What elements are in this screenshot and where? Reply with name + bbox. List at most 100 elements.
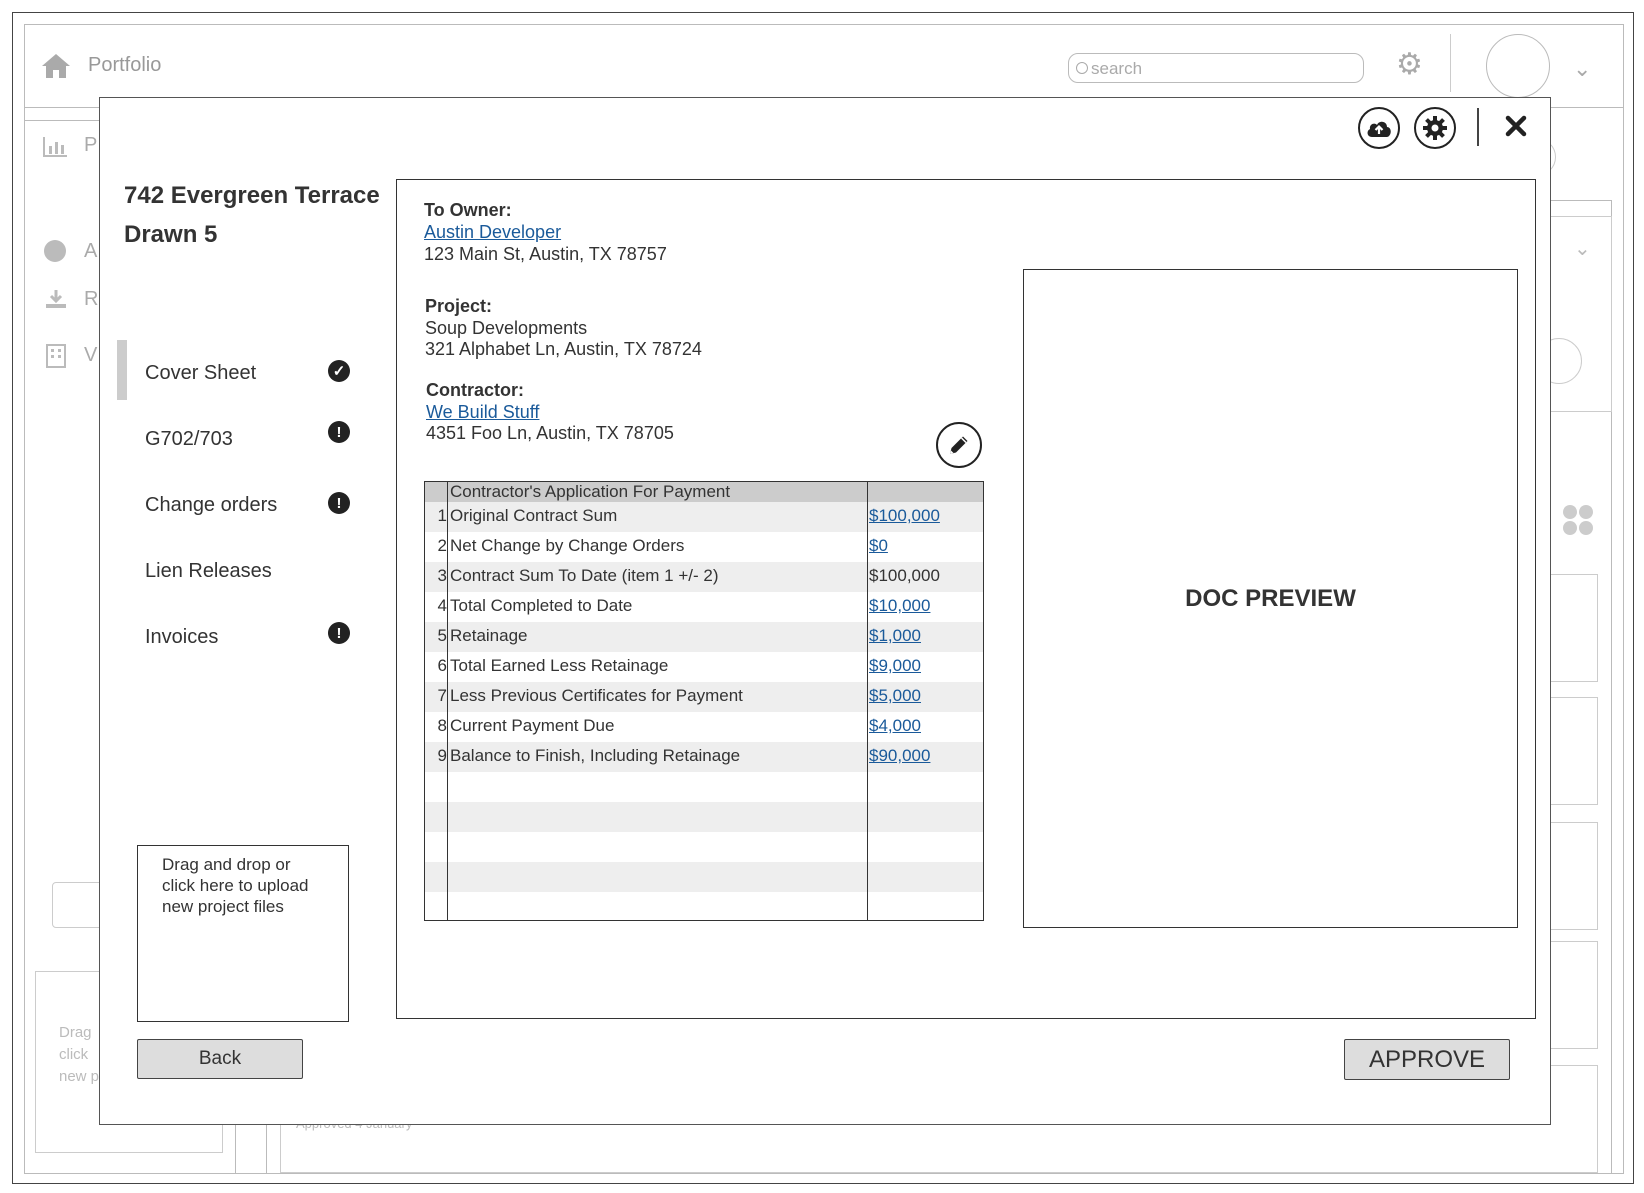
project-address: 321 Alphabet Ln, Austin, TX 78724 [425, 339, 702, 359]
bg-chevron-down-icon: ⌄ [1574, 238, 1591, 260]
bg-card [1548, 697, 1598, 805]
table-row [425, 892, 983, 922]
row-number: 1 [437, 506, 447, 525]
nav-item-g702-703[interactable]: G702/703 [145, 428, 233, 451]
project-name: Soup Developments [425, 318, 588, 338]
contractor-address: 4351 Foo Ln, Austin, TX 78705 [426, 423, 674, 443]
row-number: 9 [437, 746, 447, 765]
home-icon[interactable] [40, 52, 72, 80]
bg-alert-icon [44, 240, 66, 262]
table-row: 5 Retainage $1,000 [425, 622, 983, 652]
nav-item-lien-releases[interactable]: Lien Releases [145, 560, 272, 583]
row-value-link[interactable]: $90,000 [869, 746, 930, 766]
nav-item-invoices[interactable]: Invoices [145, 626, 218, 649]
owner-label: To Owner: [424, 200, 512, 220]
close-button[interactable] [1496, 106, 1536, 146]
doc-preview: DOC PREVIEW [1023, 269, 1518, 928]
table-row: 8 Current Payment Due $4,000 [425, 712, 983, 742]
row-label: Current Payment Due [450, 716, 615, 735]
edit-button[interactable] [936, 422, 982, 468]
bg-gear-icon[interactable]: ⚙ [1396, 50, 1423, 80]
bg-nav-letter: V [84, 344, 98, 366]
bg-grid-icon [1563, 505, 1593, 535]
row-value-link[interactable]: $9,000 [869, 656, 921, 676]
bg-dropzone-text: Drag [59, 1024, 92, 1041]
row-value-link[interactable]: $10,000 [869, 596, 930, 616]
bg-dropzone-text: new p [59, 1068, 100, 1085]
bg-chart-icon [43, 137, 67, 157]
bg-building-icon [46, 344, 66, 368]
row-number: 8 [437, 716, 447, 735]
dropzone-text: new project files [162, 897, 284, 916]
row-label: Original Contract Sum [450, 506, 618, 525]
row-value-link[interactable]: $0 [869, 536, 888, 556]
project-address-title: 742 Evergreen Terrace [124, 182, 380, 209]
table-row: 1 Original Contract Sum $100,000 [425, 502, 983, 532]
search-icon [1076, 62, 1088, 74]
row-label: Retainage [450, 626, 528, 645]
exclamation-circle-icon: ! [328, 622, 350, 644]
exclamation-circle-icon: ! [328, 492, 350, 514]
row-label: Contract Sum To Date (item 1 +/- 2) [450, 566, 719, 585]
cloud-upload-icon [1367, 121, 1391, 137]
project-label: Project: [425, 296, 493, 316]
check-circle-icon: ✓ [328, 360, 350, 382]
row-value-link[interactable]: $1,000 [869, 626, 921, 646]
bg-card [1548, 941, 1598, 1049]
bg-nav-letter: A [84, 240, 98, 262]
upload-dropzone[interactable]: Drag and drop or click here to upload ne… [137, 845, 349, 1022]
bg-nav-letter: P [84, 134, 98, 156]
pencil-icon [950, 436, 968, 454]
upload-button[interactable] [1358, 107, 1400, 149]
bg-header [24, 24, 1624, 108]
table-row: 3 Contract Sum To Date (item 1 +/- 2) $100… [425, 562, 983, 592]
row-label: Total Earned Less Retainage [450, 656, 669, 675]
bg-avatar[interactable] [1486, 34, 1550, 98]
table-row [425, 772, 983, 802]
table-row: 9 Balance to Finish, Including Retainage $… [425, 742, 983, 772]
row-value-link[interactable]: $100,000 [869, 506, 940, 526]
project-title: 742 Evergreen Terrace Drawn 5 [124, 176, 380, 254]
exclamation-circle-icon: ! [328, 421, 350, 443]
bg-card [1548, 822, 1598, 930]
approve-button[interactable]: APPROVE [1344, 1039, 1510, 1080]
row-number: 6 [437, 656, 447, 675]
payment-application-table: Contractor's Application For Payment 1 Or… [424, 481, 984, 921]
nav-item-change-orders[interactable]: Change orders [145, 494, 277, 517]
row-label: Balance to Finish, Including Retainage [450, 746, 741, 765]
nav-item-cover-sheet[interactable]: Cover Sheet [145, 362, 256, 385]
contractor-label: Contractor: [426, 380, 524, 400]
table-header-row: Contractor's Application For Payment [425, 482, 983, 502]
bg-portfolio-title[interactable]: Portfolio [88, 54, 161, 77]
dropzone-text: Drag and drop or [162, 855, 291, 874]
row-label: Total Completed to Date [450, 596, 633, 615]
row-value-link[interactable]: $4,000 [869, 716, 921, 736]
table-row: 2 Net Change by Change Orders $0 [425, 532, 983, 562]
table-row [425, 802, 983, 832]
row-number: 4 [437, 596, 447, 615]
close-icon [1505, 115, 1527, 137]
active-nav-indicator [117, 340, 127, 400]
table-row: 7 Less Previous Certificates for Payment $… [425, 682, 983, 712]
toolbar-divider [1477, 108, 1479, 146]
back-button[interactable]: Back [137, 1039, 303, 1079]
row-number: 7 [437, 686, 447, 705]
bg-dropzone-text: click [59, 1046, 89, 1063]
table-row: 4 Total Completed to Date $10,000 [425, 592, 983, 622]
contractor-name-link[interactable]: We Build Stuff [426, 402, 539, 423]
row-number: 2 [437, 536, 447, 555]
draw-number-title: Drawn 5 [124, 221, 218, 248]
table-row [425, 862, 983, 892]
owner-name-link[interactable]: Austin Developer [424, 222, 561, 243]
gear-icon [1423, 116, 1447, 140]
row-value-link[interactable]: $5,000 [869, 686, 921, 706]
row-label: Less Previous Certificates for Payment [450, 686, 743, 705]
row-value: $100,000 [869, 566, 940, 585]
bg-divider [1450, 34, 1451, 92]
settings-button[interactable] [1414, 107, 1456, 149]
bg-chevron-down-icon[interactable]: ⌄ [1573, 56, 1591, 82]
bg-search-input[interactable]: search [1068, 53, 1364, 83]
table-column-divider [867, 482, 868, 920]
table-header-title: Contractor's Application For Payment [450, 482, 731, 501]
table-row [425, 832, 983, 862]
